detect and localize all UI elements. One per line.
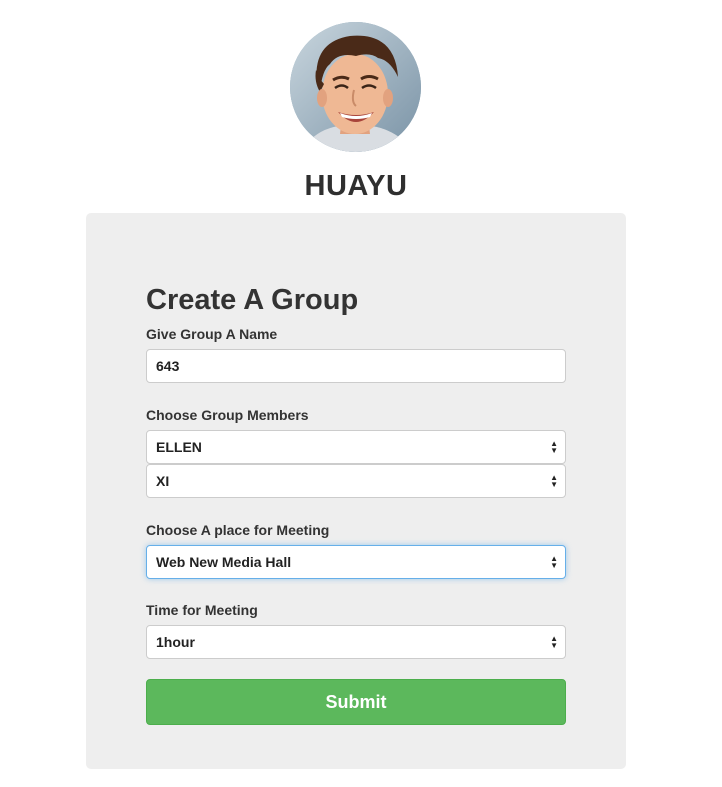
member-select-2[interactable]: XI ▲ ▼	[146, 464, 566, 498]
page: HUAYU Create A Group Give Group A Name 6…	[0, 0, 722, 787]
username-heading: HUAYU	[304, 170, 408, 202]
user-avatar	[290, 22, 421, 152]
create-group-card: Create A Group Give Group A Name 643 Cho…	[86, 213, 626, 769]
member-select-1-value: ELLEN	[156, 439, 202, 455]
meeting-time-value: 1hour	[156, 634, 195, 650]
group-members-label: Choose Group Members	[146, 407, 309, 423]
select-arrows-icon: ▲ ▼	[550, 634, 558, 650]
member-select-2-value: XI	[156, 473, 170, 489]
group-name-input[interactable]: 643	[146, 349, 566, 383]
form-title: Create A Group	[146, 284, 359, 316]
select-arrows-icon: ▲ ▼	[550, 554, 558, 570]
group-name-value: 643	[156, 358, 180, 374]
meeting-place-label: Choose A place for Meeting	[146, 522, 330, 538]
select-arrows-icon: ▲ ▼	[550, 473, 558, 489]
submit-button[interactable]: Submit	[146, 679, 566, 725]
select-arrows-icon: ▲ ▼	[550, 439, 558, 455]
member-select-1[interactable]: ELLEN ▲ ▼	[146, 430, 566, 464]
create-group-form: Create A Group Give Group A Name 643 Cho…	[146, 281, 566, 725]
group-name-label: Give Group A Name	[146, 326, 278, 342]
meeting-place-select[interactable]: Web New Media Hall ▲ ▼	[146, 545, 566, 579]
meeting-place-value: Web New Media Hall	[156, 554, 292, 570]
user-photo-icon	[290, 22, 421, 152]
meeting-time-label: Time for Meeting	[146, 602, 258, 618]
meeting-time-select[interactable]: 1hour ▲ ▼	[146, 625, 566, 659]
